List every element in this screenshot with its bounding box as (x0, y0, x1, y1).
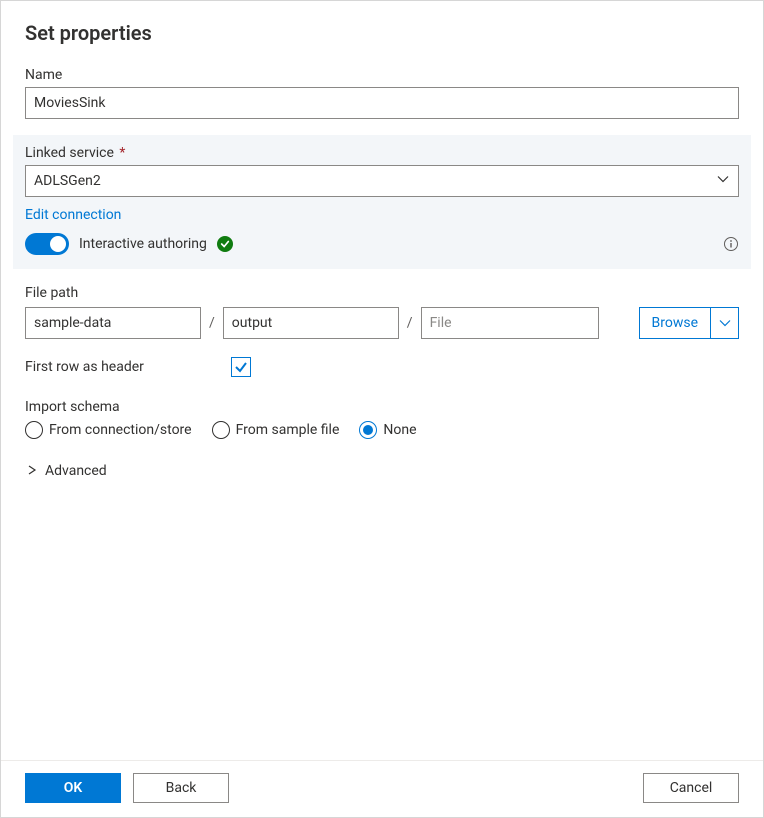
import-schema-option-none[interactable]: None (359, 421, 416, 439)
info-icon[interactable] (723, 236, 739, 252)
advanced-label: Advanced (45, 463, 107, 479)
advanced-toggle[interactable]: Advanced (25, 463, 739, 479)
import-schema-option-sample[interactable]: From sample file (212, 421, 340, 439)
import-schema-label: Import schema (25, 399, 739, 415)
cancel-button[interactable]: Cancel (643, 773, 739, 803)
required-marker: * (119, 145, 125, 161)
import-schema-options: From connection/store From sample file N… (25, 421, 739, 439)
file-path-container-input[interactable] (25, 307, 201, 339)
toggle-knob (50, 236, 66, 252)
first-row-header-row: First row as header (25, 357, 739, 377)
radio-icon (212, 421, 230, 439)
file-path-row: / / Browse (25, 307, 739, 339)
status-ok-icon (217, 236, 233, 252)
linked-service-label-text: Linked service (25, 145, 114, 161)
first-row-header-label: First row as header (25, 359, 231, 375)
radio-icon (25, 421, 43, 439)
interactive-authoring-label: Interactive authoring (79, 236, 207, 252)
file-path-label: File path (25, 285, 739, 301)
file-path-directory-input[interactable] (223, 307, 399, 339)
back-button[interactable]: Back (133, 773, 229, 803)
radio-icon (359, 421, 377, 439)
linked-service-select[interactable] (25, 165, 739, 197)
radio-label: From connection/store (49, 422, 192, 438)
linked-service-label: Linked service * (25, 145, 739, 161)
linked-service-value[interactable] (25, 165, 739, 197)
radio-label: None (383, 422, 416, 438)
radio-label: From sample file (236, 422, 340, 438)
path-separator: / (407, 315, 413, 331)
file-path-file-input[interactable] (421, 307, 599, 339)
browse-group: Browse (639, 307, 739, 339)
browse-dropdown-button[interactable] (711, 307, 739, 339)
panel-body: Set properties Name Linked service * Edi… (1, 1, 763, 760)
browse-button[interactable]: Browse (639, 307, 711, 339)
name-label: Name (25, 67, 739, 83)
edit-connection-link[interactable]: Edit connection (25, 207, 121, 223)
linked-service-section: Linked service * Edit connection Interac… (13, 135, 751, 269)
chevron-right-icon (27, 463, 37, 479)
panel-footer: OK Back Cancel (1, 760, 763, 817)
path-separator: / (209, 315, 215, 331)
import-schema-option-connection[interactable]: From connection/store (25, 421, 192, 439)
panel-title: Set properties (25, 21, 739, 45)
name-input[interactable] (25, 87, 739, 119)
first-row-header-checkbox[interactable] (231, 357, 251, 377)
ok-button[interactable]: OK (25, 773, 121, 803)
interactive-authoring-toggle[interactable] (25, 233, 69, 255)
